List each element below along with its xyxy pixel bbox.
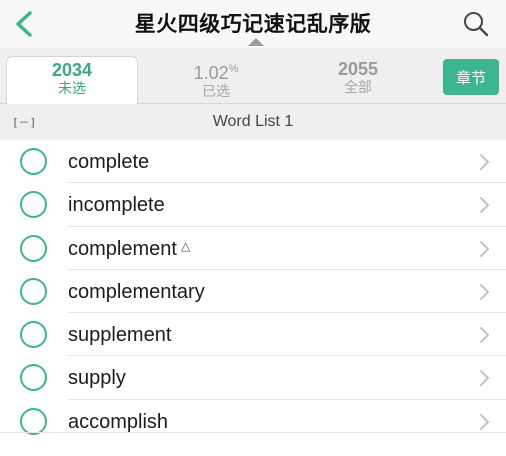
circle-outline-icon[interactable] (20, 364, 47, 392)
triangle-mark-icon: △ (180, 238, 191, 253)
circle-outline-icon[interactable] (20, 191, 47, 219)
word-label: complement (68, 237, 177, 260)
list-item[interactable]: incomplete (0, 183, 506, 227)
list-item[interactable]: supplement (0, 313, 506, 357)
selected-label: 已选 (202, 84, 230, 100)
chevron-right-icon (480, 240, 489, 257)
chevron-right-icon (480, 283, 489, 300)
unselected-label: 未选 (58, 81, 86, 97)
title-dropdown-caret-icon[interactable] (248, 38, 264, 46)
chevron-right-icon (480, 413, 489, 430)
word-text: supply (68, 367, 126, 390)
search-icon (464, 12, 489, 37)
section-title: Word List 1 (212, 113, 294, 130)
all-count: 2055 (337, 59, 379, 79)
back-button[interactable] (6, 6, 42, 42)
word-text: incomplete (68, 194, 165, 217)
word-label: supply (68, 367, 126, 390)
chevron-right-icon (480, 370, 489, 387)
list-item[interactable]: supply (0, 356, 506, 400)
chevron-left-icon (16, 11, 32, 37)
chevron-right-icon (480, 327, 489, 344)
chapter-button[interactable]: 章节 (443, 59, 499, 95)
list-item[interactable]: complementary (0, 270, 506, 314)
word-label: complete (68, 151, 150, 173)
word-label: supplement (68, 324, 172, 347)
circle-outline-icon[interactable] (20, 148, 47, 175)
tab-selected[interactable]: 1.02% 已选 (150, 56, 282, 104)
list-item[interactable]: accomplish (0, 400, 506, 443)
circle-outline-icon[interactable] (20, 321, 47, 349)
search-button[interactable] (460, 8, 492, 40)
section-header: [－] Word List 1 (0, 104, 506, 140)
list-item[interactable]: complete (0, 140, 506, 184)
selected-percent-value: 1.02 (193, 63, 229, 83)
word-label: accomplish (68, 410, 169, 433)
word-text: complement △ (68, 238, 190, 261)
word-text: supplement (68, 324, 171, 347)
list-item[interactable]: complement △ (0, 227, 506, 270)
nav-bar: 星火四级巧记速记乱序版 (0, 0, 506, 48)
page-title: 星火四级巧记速记乱序版 (134, 12, 372, 36)
tab-unselected[interactable]: 2034 未选 (6, 56, 138, 105)
chevron-right-icon (480, 154, 489, 170)
word-label: complementary (68, 280, 205, 303)
circle-outline-icon[interactable] (20, 277, 47, 305)
circle-outline-icon[interactable] (20, 234, 47, 262)
percent-sign: % (228, 63, 239, 75)
filter-tabs: 2034 未选 1.02% 已选 2055 全部 章节 (0, 48, 506, 105)
word-list: complete incomplete complement △ compleme… (0, 140, 506, 443)
word-text: complete (68, 151, 149, 174)
word-label: incomplete (68, 194, 165, 217)
chevron-right-icon (480, 197, 489, 214)
list-bottom-divider (0, 432, 506, 433)
word-text: complementary (68, 281, 205, 304)
unselected-count: 2034 (51, 60, 93, 80)
word-text: accomplish (68, 411, 168, 434)
all-label: 全部 (344, 80, 372, 96)
circle-outline-icon[interactable] (20, 407, 47, 435)
tab-all[interactable]: 2055 全部 (292, 56, 424, 104)
selected-percent: 1.02% (150, 58, 282, 84)
